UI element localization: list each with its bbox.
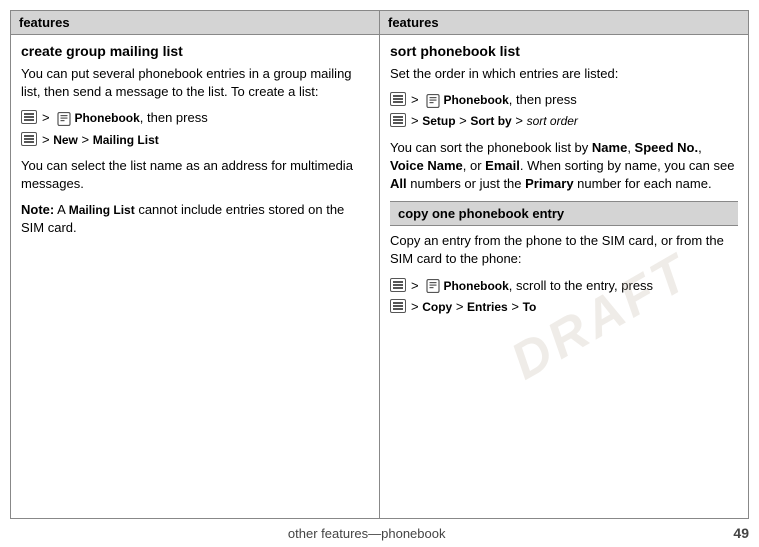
right-sort-step2: > Setup > Sort by > sort order bbox=[390, 112, 738, 130]
sort-speed: Speed No. bbox=[635, 140, 699, 155]
left-para1: You can put several phonebook entries in… bbox=[21, 65, 369, 101]
right-sort-step1: > Phonebook, then press bbox=[390, 91, 738, 109]
right-copy-step1: > Phonebook, scroll to the entry, press bbox=[390, 277, 738, 295]
left-note: Note: A Mailing List cannot include entr… bbox=[21, 201, 369, 237]
right-sort-step1-text: > Phonebook, then press bbox=[411, 91, 577, 109]
phonebook-icon-1 bbox=[57, 112, 71, 126]
menu-icon-symbol-2 bbox=[21, 132, 37, 146]
right-copy-step2-text: > Copy > Entries > To bbox=[411, 298, 536, 316]
phonebook-label-2: Phonebook bbox=[443, 93, 508, 107]
right-body: sort phonebook list Set the order in whi… bbox=[380, 35, 748, 518]
left-step2: > New > Mailing List bbox=[21, 131, 369, 149]
phonebook-label-3: Phonebook bbox=[443, 279, 508, 293]
sort-primary: Primary bbox=[525, 176, 573, 191]
right-section2-para1: Copy an entry from the phone to the SIM … bbox=[390, 232, 738, 268]
right-section1-para1: Set the order in which entries are liste… bbox=[390, 65, 738, 83]
phonebook-icon-2 bbox=[426, 94, 440, 108]
menu-icon-right-4 bbox=[390, 299, 407, 313]
left-step1-text: > Phonebook, then press bbox=[42, 109, 208, 127]
col-left: features create group mailing list You c… bbox=[11, 11, 380, 518]
sort-voice: Voice Name bbox=[390, 158, 463, 173]
footer-page: 49 bbox=[733, 525, 749, 541]
note-label: Note: bbox=[21, 202, 54, 217]
phonebook-icon-3 bbox=[426, 279, 440, 293]
footer-text: other features—phonebook bbox=[10, 526, 723, 541]
main-table: features create group mailing list You c… bbox=[10, 10, 749, 519]
right-sort-step2-text: > Setup > Sort by > sort order bbox=[411, 112, 578, 130]
menu-icon-symbol-1 bbox=[21, 110, 37, 124]
sort-all: All bbox=[390, 176, 407, 191]
phonebook-label-1: Phonebook bbox=[74, 111, 139, 125]
menu-icon-symbol-6 bbox=[390, 299, 406, 313]
left-section-title: create group mailing list bbox=[21, 43, 369, 59]
right-section1-para2: You can sort the phonebook list by Name,… bbox=[390, 139, 738, 194]
footer: other features—phonebook 49 bbox=[0, 519, 759, 547]
left-step1: > Phonebook, then press bbox=[21, 109, 369, 127]
right-section2-header: copy one phonebook entry bbox=[390, 202, 738, 226]
right-header: features bbox=[380, 11, 748, 35]
sort-name: Name bbox=[592, 140, 627, 155]
menu-icon-right-2 bbox=[390, 113, 407, 127]
left-step2-text: > New > Mailing List bbox=[42, 131, 159, 149]
page: features create group mailing list You c… bbox=[0, 0, 759, 547]
menu-icon-left-1 bbox=[21, 110, 38, 124]
menu-icon-symbol-3 bbox=[390, 92, 406, 106]
note-mailing-list: A Mailing List cannot include entries st… bbox=[21, 202, 344, 235]
section2-body: Copy an entry from the phone to the SIM … bbox=[390, 226, 738, 316]
menu-icon-left-2 bbox=[21, 132, 38, 146]
menu-icon-symbol-5 bbox=[390, 278, 406, 292]
menu-icon-symbol-4 bbox=[390, 113, 406, 127]
col-right: features sort phonebook list Set the ord… bbox=[380, 11, 748, 518]
left-header: features bbox=[11, 11, 379, 35]
left-body: create group mailing list You can put se… bbox=[11, 35, 379, 518]
menu-icon-right-3 bbox=[390, 278, 407, 292]
right-copy-step1-text: > Phonebook, scroll to the entry, press bbox=[411, 277, 653, 295]
right-copy-step2: > Copy > Entries > To bbox=[390, 298, 738, 316]
sort-email: Email bbox=[485, 158, 520, 173]
menu-icon-right-1 bbox=[390, 92, 407, 106]
left-para2: You can select the list name as an addre… bbox=[21, 157, 369, 193]
right-section1-title: sort phonebook list bbox=[390, 43, 738, 59]
